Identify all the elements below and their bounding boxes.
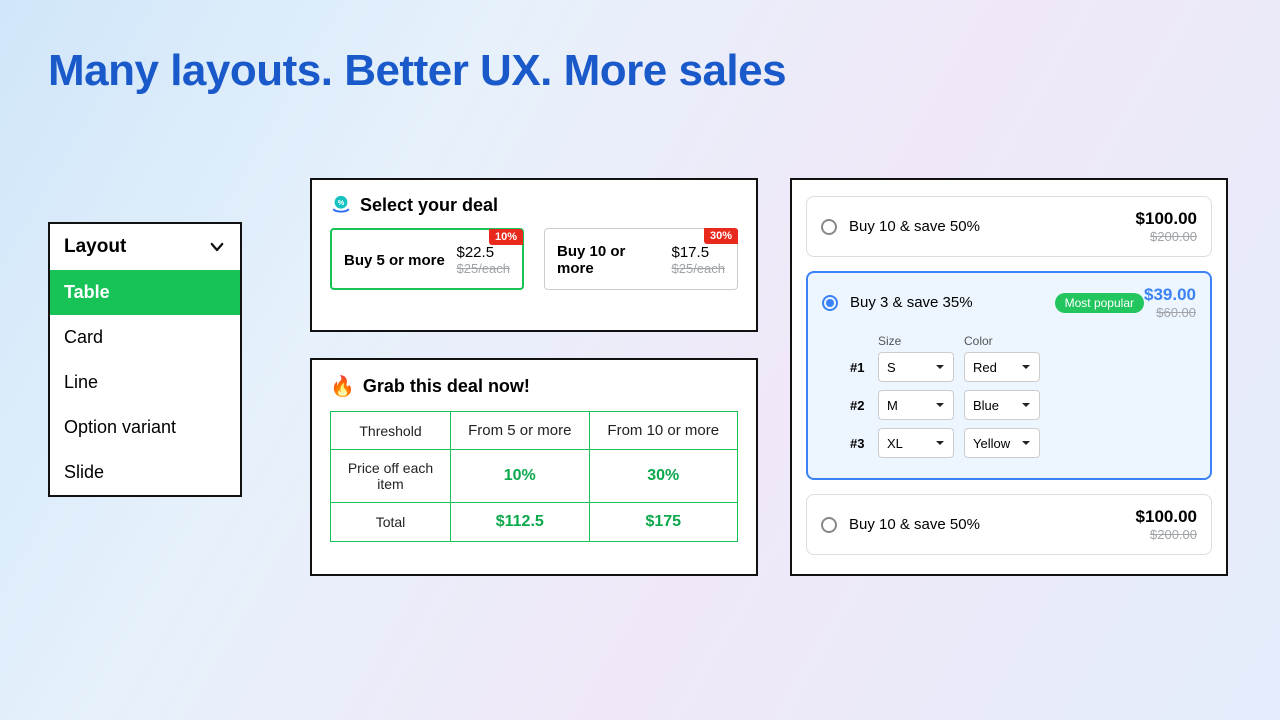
option-row-index: #1 [850, 360, 868, 375]
deal-card-label: Buy 5 or more [344, 252, 447, 269]
size-select[interactable]: S [878, 352, 954, 382]
radio-icon[interactable] [822, 295, 838, 311]
chevron-down-icon [208, 238, 226, 256]
table-cell: 30% [589, 450, 737, 503]
caret-down-icon [935, 438, 945, 448]
radio-icon[interactable] [821, 219, 837, 235]
variant-price-current: $100.00 [1136, 209, 1197, 229]
table-cell: $175 [589, 503, 737, 542]
select-deal-title: Select your deal [360, 195, 498, 216]
deal-table: Threshold From 5 or more From 10 or more… [330, 411, 738, 542]
table-row-label: Total [331, 503, 451, 542]
color-select[interactable]: Yellow [964, 428, 1040, 458]
table-row: Price off each item 10% 30% [331, 450, 738, 503]
variant-label: Buy 10 & save 50% [849, 516, 1136, 533]
variant-label: Buy 10 & save 50% [849, 218, 1136, 235]
deal-card-1[interactable]: 10% Buy 5 or more $22.5 $25/each [330, 228, 524, 290]
most-popular-badge: Most popular [1055, 293, 1144, 313]
variant-price-old: $200.00 [1136, 527, 1197, 542]
caret-down-icon [1021, 400, 1031, 410]
color-select[interactable]: Red [964, 352, 1040, 382]
layout-dropdown-header[interactable]: Layout [50, 224, 240, 270]
caret-down-icon [935, 400, 945, 410]
deal-price-current: $22.5 [457, 244, 511, 261]
option-row-index: #3 [850, 436, 868, 451]
size-select[interactable]: M [878, 390, 954, 420]
size-select[interactable]: XL [878, 428, 954, 458]
fire-icon: 🔥 [330, 374, 355, 399]
caret-down-icon [1021, 362, 1031, 372]
options-header-size: Size [878, 334, 954, 348]
layout-option-card[interactable]: Card [50, 315, 240, 360]
variant-option-2[interactable]: Buy 3 & save 35% Most popular $39.00 $60… [806, 271, 1212, 480]
deal-price-current: $17.5 [672, 244, 726, 261]
svg-text:%: % [338, 198, 345, 207]
variant-selector-panel: Buy 10 & save 50% $100.00 $200.00 Buy 3 … [790, 178, 1228, 576]
table-header-tier2: From 10 or more [589, 412, 737, 450]
caret-down-icon [1021, 438, 1031, 448]
layout-option-table[interactable]: Table [50, 270, 240, 315]
grab-deal-panel: 🔥 Grab this deal now! Threshold From 5 o… [310, 358, 758, 576]
table-row: Total $112.5 $175 [331, 503, 738, 542]
deal-percent-icon: % [330, 194, 352, 216]
variant-option-1[interactable]: Buy 10 & save 50% $100.00 $200.00 [806, 196, 1212, 257]
color-select[interactable]: Blue [964, 390, 1040, 420]
page-headline: Many layouts. Better UX. More sales [48, 46, 786, 96]
options-header-color: Color [964, 334, 1040, 348]
caret-down-icon [935, 362, 945, 372]
layout-dropdown[interactable]: Layout Table Card Line Option variant Sl… [48, 222, 242, 497]
deal-badge: 10% [489, 229, 523, 245]
option-row-index: #2 [850, 398, 868, 413]
table-header-tier1: From 5 or more [451, 412, 590, 450]
deal-card-label: Buy 10 or more [557, 243, 662, 277]
table-cell: 10% [451, 450, 590, 503]
table-cell: $112.5 [451, 503, 590, 542]
layout-dropdown-label: Layout [64, 236, 126, 258]
select-deal-panel: % Select your deal 10% Buy 5 or more $22… [310, 178, 758, 332]
layout-option-option-variant[interactable]: Option variant [50, 405, 240, 450]
variant-price-old: $60.00 [1144, 305, 1196, 320]
deal-price-old: $25/each [672, 261, 726, 276]
variant-price-old: $200.00 [1136, 229, 1197, 244]
table-header-threshold: Threshold [331, 412, 451, 450]
deal-badge: 30% [704, 228, 738, 244]
variant-option-3[interactable]: Buy 10 & save 50% $100.00 $200.00 [806, 494, 1212, 555]
table-row-label: Price off each item [331, 450, 451, 503]
grab-deal-title: Grab this deal now! [363, 376, 530, 397]
variant-price-current: $100.00 [1136, 507, 1197, 527]
layout-option-line[interactable]: Line [50, 360, 240, 405]
variant-price-current: $39.00 [1144, 285, 1196, 305]
layout-option-slide[interactable]: Slide [50, 450, 240, 495]
radio-icon[interactable] [821, 517, 837, 533]
variant-label: Buy 3 & save 35% [850, 294, 1045, 311]
deal-price-old: $25/each [457, 261, 511, 276]
deal-card-2[interactable]: 30% Buy 10 or more $17.5 $25/each [544, 228, 738, 290]
